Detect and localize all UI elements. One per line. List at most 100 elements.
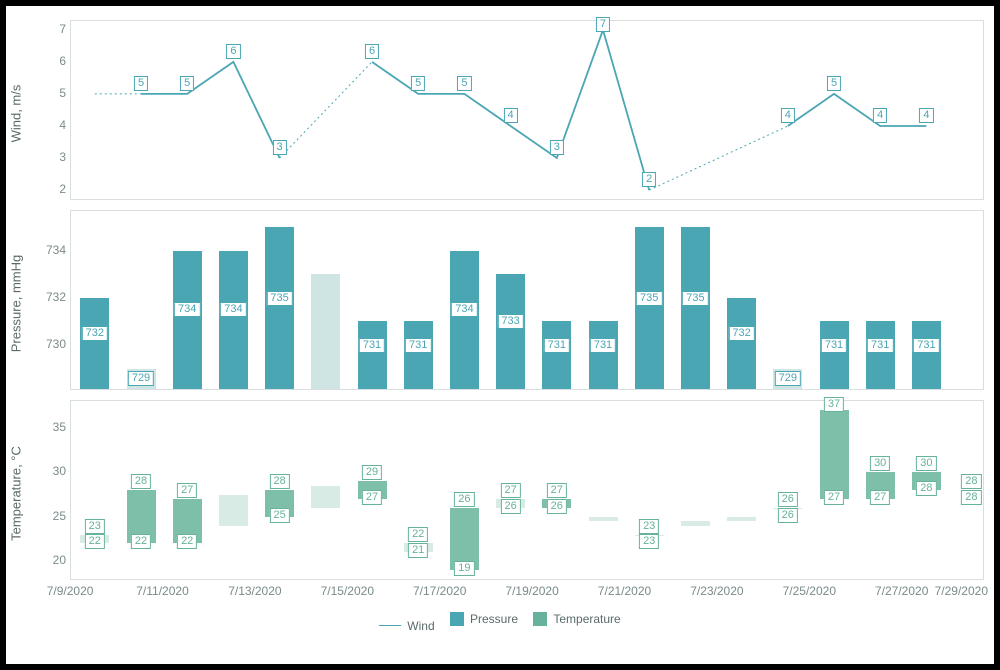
wind-label-5: 5	[411, 76, 425, 91]
legend-swatch-icon	[533, 612, 547, 626]
pressure-panel: 732 729 734 734 735 731 731 734 733 731 …	[70, 210, 984, 390]
temp-lo: 27	[362, 490, 382, 505]
pressure-label: 731	[544, 338, 570, 353]
pressure-label: 731	[405, 338, 431, 353]
legend-wind-label: Wind	[407, 619, 434, 633]
x-ticks: 7/9/2020 7/11/2020 7/13/2020 7/15/2020 7…	[70, 584, 984, 600]
pressure-label: 735	[682, 291, 708, 306]
pressure-label: 735	[636, 291, 662, 306]
pressure-axis-title: Pressure, mmHg	[9, 249, 24, 359]
wind-label-7: 7	[596, 17, 610, 32]
temp-hi: 26	[454, 492, 474, 507]
wind-tick-4: 4	[59, 118, 66, 132]
pressure-tick-730: 730	[46, 337, 66, 351]
wind-label-5: 5	[827, 76, 841, 91]
temp-axis-title: Temperature, °C	[9, 439, 24, 549]
temp-hi: 28	[131, 474, 151, 489]
pressure-label: 734	[174, 302, 200, 317]
x-tick: 7/15/2020	[321, 584, 374, 598]
pressure-bar	[635, 227, 664, 389]
chart-frame: Wind, m/s 2 3 4 5 6 7 5 5 6 3 6 5 5	[6, 6, 994, 664]
wind-label-3: 3	[550, 140, 564, 155]
temp-panel: 23 22 28 22 27 22 28 25 29 27 22 21 26 1…	[70, 400, 984, 580]
temp-lo: 22	[131, 534, 151, 549]
pressure-bar	[265, 227, 294, 389]
pressure-label: 734	[220, 302, 246, 317]
wind-label-5: 5	[180, 76, 194, 91]
pressure-bar	[820, 321, 849, 389]
legend-swatch-icon	[450, 612, 464, 626]
temp-lo: 28	[961, 490, 981, 505]
app-window: Wind, m/s 2 3 4 5 6 7 5 5 6 3 6 5 5	[0, 0, 1000, 670]
pressure-label: 734	[451, 302, 477, 317]
temp-lo: 22	[85, 534, 105, 549]
pressure-bar	[219, 251, 248, 389]
temp-hi: 23	[639, 519, 659, 534]
legend-pressure-label: Pressure	[470, 612, 518, 626]
wind-label-6: 6	[226, 44, 240, 59]
pressure-bar	[866, 321, 895, 389]
x-tick: 7/23/2020	[690, 584, 743, 598]
wind-label-4: 4	[873, 108, 887, 123]
temp-bar	[727, 517, 756, 522]
wind-label-5: 5	[457, 76, 471, 91]
wind-y-ticks: 2 3 4 5 6 7	[30, 20, 66, 198]
temp-bar	[311, 486, 340, 508]
wind-label-5: 5	[134, 76, 148, 91]
temp-lo: 26	[778, 508, 798, 523]
pressure-bar	[173, 251, 202, 389]
legend-item-temp[interactable]: Temperature	[533, 612, 620, 626]
wind-label-3: 3	[273, 140, 287, 155]
pressure-bar	[727, 298, 756, 389]
pressure-label: 729	[128, 371, 154, 386]
legend-item-pressure[interactable]: Pressure	[450, 612, 518, 626]
temp-hi: 37	[824, 397, 844, 412]
pressure-bar	[496, 274, 525, 389]
x-tick: 7/25/2020	[783, 584, 836, 598]
pressure-y-ticks: 730 732 734	[30, 210, 66, 388]
temp-lo: 19	[454, 561, 474, 576]
wind-label-4: 4	[919, 108, 933, 123]
temp-bar	[219, 495, 248, 526]
temp-lo: 23	[639, 534, 659, 549]
wind-tick-3: 3	[59, 150, 66, 164]
pressure-bar	[358, 321, 387, 389]
temp-lo: 26	[547, 499, 567, 514]
temp-hi: 28	[269, 474, 289, 489]
temp-lo: 21	[408, 543, 428, 558]
temp-bar	[681, 521, 710, 526]
temp-lo: 25	[269, 508, 289, 523]
temp-lo: 28	[916, 481, 936, 496]
temp-lo: 27	[824, 490, 844, 505]
temp-hi: 27	[547, 483, 567, 498]
x-tick: 7/29/2020	[935, 584, 988, 598]
pressure-bar	[542, 321, 571, 389]
wind-label-6: 6	[365, 44, 379, 59]
temp-bar	[820, 410, 849, 499]
temp-hi: 30	[916, 456, 936, 471]
pressure-bar	[450, 251, 479, 389]
pressure-label: 731	[359, 338, 385, 353]
temp-hi: 29	[362, 465, 382, 480]
pressure-tick-734: 734	[46, 243, 66, 257]
temp-y-ticks: 20 25 30 35	[30, 400, 66, 578]
temp-hi: 30	[870, 456, 890, 471]
pressure-label: 731	[913, 338, 939, 353]
wind-axis-title: Wind, m/s	[9, 79, 24, 149]
wind-tick-2: 2	[59, 182, 66, 196]
legend-temp-label: Temperature	[553, 612, 620, 626]
pressure-label: 729	[775, 371, 801, 386]
x-tick: 7/17/2020	[413, 584, 466, 598]
temp-lo: 27	[870, 490, 890, 505]
x-tick: 7/21/2020	[598, 584, 651, 598]
pressure-label: 735	[266, 291, 292, 306]
pressure-label: 732	[728, 326, 754, 341]
x-tick: 7/9/2020	[47, 584, 94, 598]
temp-bar	[589, 517, 618, 522]
legend-item-wind[interactable]: Wind	[379, 619, 434, 633]
x-tick: 7/19/2020	[505, 584, 558, 598]
wind-panel: 5 5 6 3 6 5 5 4 3 7 2 4 5 4 4	[70, 20, 984, 200]
pressure-bar	[589, 321, 618, 389]
pressure-label: 731	[867, 338, 893, 353]
temp-tick-30: 30	[53, 464, 66, 478]
